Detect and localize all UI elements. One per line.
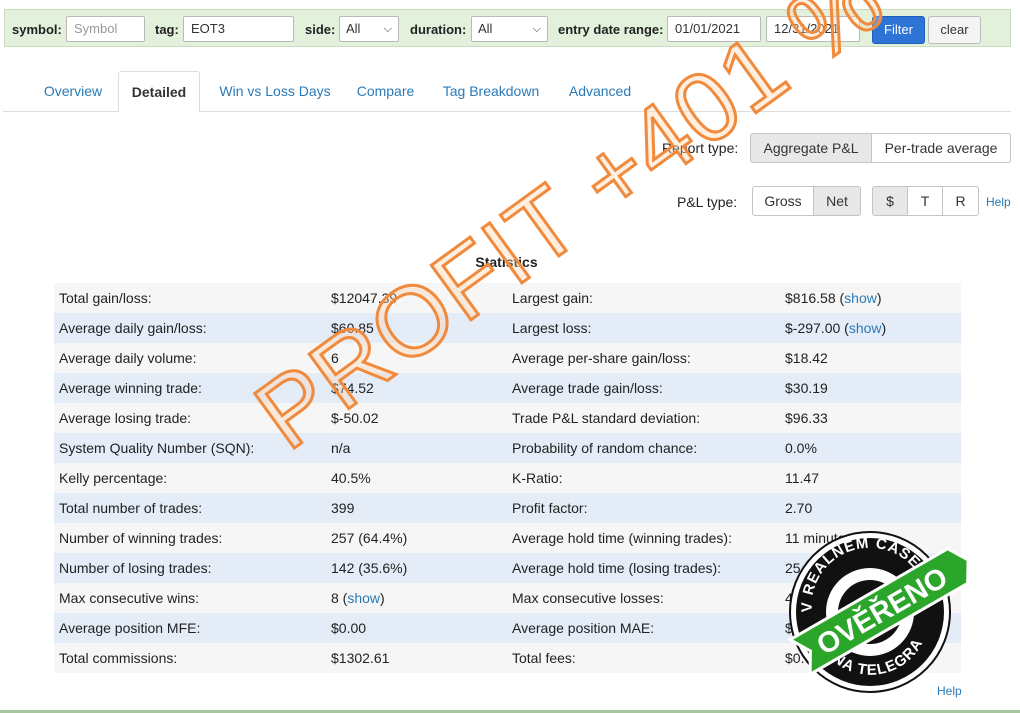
- stat-value: 142 (35.6%): [331, 560, 408, 576]
- table-row: Average losing trade: $-50.02 Trade P&L …: [54, 403, 961, 433]
- table-row: Total number of trades: 399 Profit facto…: [54, 493, 961, 523]
- stat-label: Number of winning trades:: [59, 530, 223, 546]
- dollar-unit-button[interactable]: $: [872, 186, 908, 216]
- verified-badge: V REALNÉM ČASE NA TELEGRAMU OVĚŘENO: [770, 522, 970, 693]
- tab-detailed[interactable]: Detailed: [118, 71, 200, 113]
- stat-label: Kelly percentage:: [59, 470, 168, 486]
- stat-value: $96.33: [785, 410, 828, 426]
- stat-value: $-297.00 (show): [785, 320, 887, 336]
- symbol-input[interactable]: Symbol: [66, 16, 145, 42]
- side-select[interactable]: All ⌵: [339, 16, 399, 42]
- stat-value: 0.0%: [785, 440, 817, 456]
- pl-type-label: P&L type:: [677, 194, 738, 210]
- stat-label: K-Ratio:: [512, 470, 563, 486]
- per-trade-average-button[interactable]: Per-trade average: [871, 133, 1011, 163]
- stat-label: Probability of random chance:: [512, 440, 698, 456]
- stat-label: Profit factor:: [512, 500, 588, 516]
- stat-label: Average trade gain/loss:: [512, 380, 663, 396]
- pl-help-link[interactable]: Help: [986, 195, 1011, 209]
- stat-value: 11.47: [785, 470, 819, 486]
- chevron-down-icon: ⌵: [383, 23, 392, 35]
- stat-label: Largest loss:: [512, 320, 592, 336]
- table-row: System Quality Number (SQN): n/a Probabi…: [54, 433, 961, 463]
- tag-label: tag:: [155, 22, 179, 37]
- stat-label: Average daily gain/loss:: [59, 320, 207, 336]
- stat-label: Average losing trade:: [59, 410, 192, 426]
- stat-value: 399: [331, 500, 355, 516]
- stat-label: System Quality Number (SQN):: [59, 440, 255, 456]
- r-unit-button[interactable]: R: [942, 186, 979, 216]
- stat-label: Total fees:: [512, 650, 576, 666]
- tab-tag-breakdown[interactable]: Tag Breakdown: [436, 71, 546, 111]
- chevron-down-icon: ⌵: [532, 23, 541, 35]
- stat-value: $1302.61: [331, 650, 390, 666]
- duration-select[interactable]: All ⌵: [471, 16, 548, 42]
- stat-value: 40.5%: [331, 470, 371, 486]
- stat-label: Average position MAE:: [512, 620, 655, 636]
- side-label: side:: [305, 22, 336, 37]
- gross-button[interactable]: Gross: [752, 186, 814, 216]
- stat-label: Average hold time (losing trades):: [512, 560, 722, 576]
- duration-select-value: All: [478, 21, 493, 36]
- stat-label: Total gain/loss:: [59, 290, 152, 306]
- stat-label: Max consecutive losses:: [512, 590, 664, 606]
- stat-label: Max consecutive wins:: [59, 590, 200, 606]
- stat-label: Average per-share gain/loss:: [512, 350, 691, 366]
- stat-label: Total commissions:: [59, 650, 178, 666]
- show-consecutive-wins-link[interactable]: show: [347, 590, 380, 606]
- tab-compare[interactable]: Compare: [348, 71, 423, 111]
- table-row: Average winning trade: $74.52 Average tr…: [54, 373, 961, 403]
- stat-label: Number of losing trades:: [59, 560, 212, 576]
- stat-label: Average daily volume:: [59, 350, 197, 366]
- show-largest-loss-link[interactable]: show: [849, 320, 882, 336]
- clear-button[interactable]: clear: [928, 16, 981, 44]
- stat-value: $30.19: [785, 380, 828, 396]
- stat-value: 8 (show): [331, 590, 385, 606]
- table-row: Average daily volume: 6 Average per-shar…: [54, 343, 961, 373]
- tag-input[interactable]: EOT3: [183, 16, 294, 42]
- stat-value: 2.70: [785, 500, 813, 516]
- tab-win-vs-loss-days[interactable]: Win vs Loss Days: [210, 71, 340, 111]
- show-largest-gain-link[interactable]: show: [844, 290, 877, 306]
- stat-value: 257 (64.4%): [331, 530, 408, 546]
- stat-label: Average position MFE:: [59, 620, 201, 636]
- stat-value: $0.00: [331, 620, 367, 636]
- stat-label: Average winning trade:: [59, 380, 202, 396]
- report-tabs: Overview Detailed Win vs Loss Days Compa…: [3, 71, 1011, 113]
- t-unit-button[interactable]: T: [907, 186, 943, 216]
- stat-label: Total number of trades:: [59, 500, 203, 516]
- table-row: Kelly percentage: 40.5% K-Ratio: 11.47: [54, 463, 961, 493]
- side-select-value: All: [346, 21, 361, 36]
- date-range-label: entry date range:: [558, 22, 664, 37]
- aggregate-pl-button[interactable]: Aggregate P&L: [750, 133, 872, 163]
- symbol-label: symbol:: [12, 22, 62, 37]
- tab-overview[interactable]: Overview: [33, 71, 113, 111]
- stat-label: Trade P&L standard deviation:: [512, 410, 701, 426]
- stat-label: Average hold time (winning trades):: [512, 530, 732, 546]
- stat-value: $816.58 (show): [785, 290, 882, 306]
- stat-value: $18.42: [785, 350, 828, 366]
- duration-label: duration:: [410, 22, 467, 37]
- net-button[interactable]: Net: [813, 186, 861, 216]
